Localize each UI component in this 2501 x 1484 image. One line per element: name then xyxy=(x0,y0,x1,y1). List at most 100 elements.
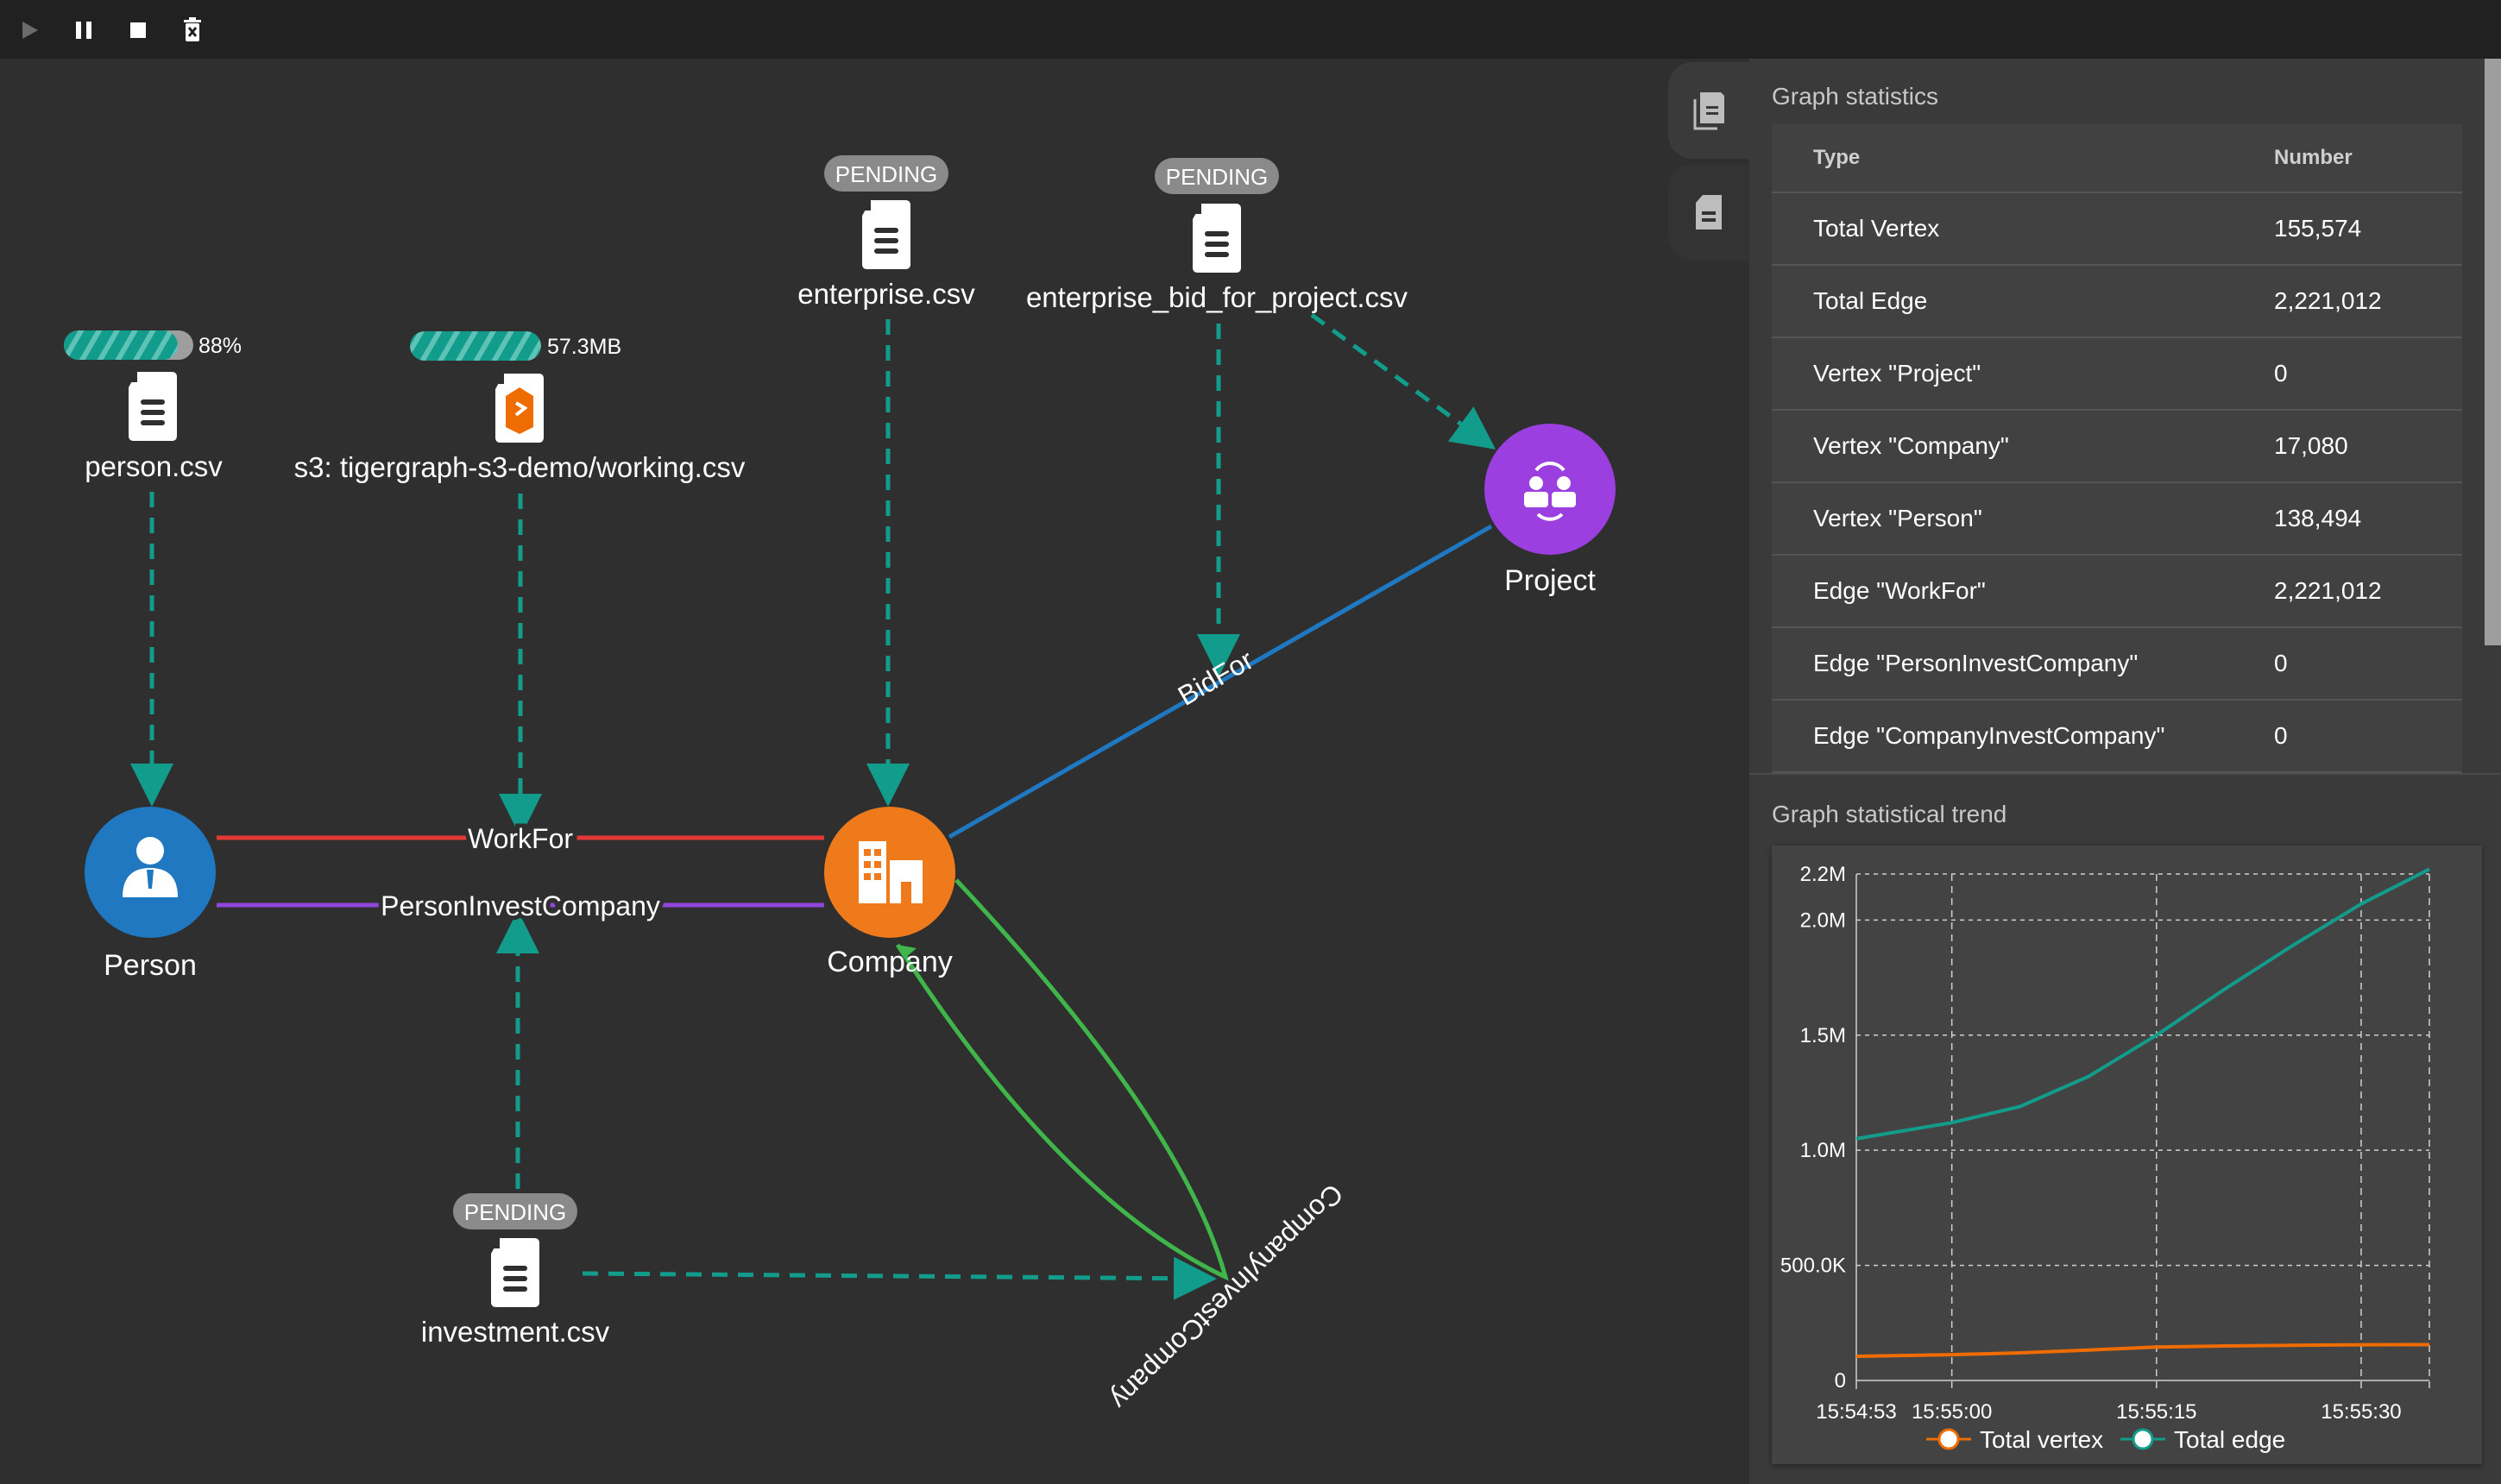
row-type: Edge "CompanyInvestCompany" xyxy=(1813,722,2165,749)
edge-label-bidfor: BidFor xyxy=(1173,644,1259,711)
row-number: 138,494 xyxy=(2274,505,2362,531)
edge-companyinvestcompany[interactable] xyxy=(895,878,1229,1281)
load-line-investment-cic xyxy=(582,1256,1217,1300)
row-number: 0 xyxy=(2274,650,2288,676)
statistics-panel: Graph statistics Type Number Total Vertex… xyxy=(1749,59,2501,1484)
table-row: Vertex "Person" 138,494 xyxy=(1772,483,2462,556)
progress-fill xyxy=(410,331,541,361)
table-row: Total Edge 2,221,012 xyxy=(1772,266,2462,338)
row-type: Vertex "Project" xyxy=(1813,360,1981,387)
table-row: Edge "CompanyInvestCompany" 0 xyxy=(1772,701,2462,773)
row-type: Edge "PersonInvestCompany" xyxy=(1813,650,2139,676)
file-investment-csv[interactable]: PENDING investment.csv xyxy=(421,1193,610,1348)
y-tick-label: 0 xyxy=(1835,1369,1846,1393)
file-icon xyxy=(1193,204,1241,273)
vertex-person[interactable]: Person xyxy=(85,807,216,982)
toolbar xyxy=(0,0,2501,59)
table-header: Type Number xyxy=(1772,124,2462,193)
file-s3-working-csv[interactable]: 57.3MB s3: tigergraph-s3-demo/working.cs… xyxy=(294,331,746,483)
edge-label-companyinvestcompany: CompanyInvestCompany xyxy=(1105,1178,1349,1415)
trend-title: Graph statistical trend xyxy=(1772,801,2007,827)
y-tick-label: 2.0M xyxy=(1800,909,1846,932)
row-type: Vertex "Person" xyxy=(1813,505,1982,531)
file-icon xyxy=(491,1238,539,1307)
table-row: Vertex "Project" 0 xyxy=(1772,338,2462,411)
play-icon xyxy=(22,22,38,39)
document-icon xyxy=(1696,195,1722,230)
file-icon xyxy=(862,200,910,269)
stop-icon xyxy=(130,22,146,38)
table-row: Total Vertex 155,574 xyxy=(1772,193,2462,266)
s3-file-icon xyxy=(495,374,544,443)
row-number: 0 xyxy=(2274,360,2288,387)
row-number: 17,080 xyxy=(2274,432,2348,459)
loading-graph-canvas[interactable]: WorkFor PersonInvestCompany BidFor Compa… xyxy=(0,0,1668,1484)
vertex-label-project: Project xyxy=(1504,564,1596,597)
y-tick-label: 500.0K xyxy=(1780,1254,1846,1278)
header-type: Type xyxy=(1813,146,1861,169)
trend-chart[interactable]: 0 500.0K 1.0M 1.5M 2.0M 2.2M 15:54:53 15:55:00 1… xyxy=(1772,846,2482,1464)
clear-button[interactable] xyxy=(178,16,207,45)
graph-statistics-section[interactable]: Graph statistics Type Number Total Vertex… xyxy=(1749,59,2501,775)
row-type: Total Vertex xyxy=(1813,215,1940,242)
header-number: Number xyxy=(2274,146,2353,169)
file-label: person.csv xyxy=(85,450,223,482)
row-type: Total Edge xyxy=(1813,287,1928,314)
series-line-0 xyxy=(1855,1343,2430,1358)
section-title: Graph statistics xyxy=(1772,83,1938,110)
row-number: 0 xyxy=(2274,722,2288,749)
table-row: Edge "PersonInvestCompany" 0 xyxy=(1772,628,2462,701)
y-tick-label: 1.0M xyxy=(1800,1139,1846,1162)
row-type: Vertex "Company" xyxy=(1813,432,2009,459)
status-badge-label: PENDING xyxy=(835,161,937,187)
file-person-csv[interactable]: 88% person.csv xyxy=(64,330,242,482)
progress-label: 88% xyxy=(198,334,242,358)
file-label: s3: tigergraph-s3-demo/working.csv xyxy=(294,451,746,483)
x-tick-label: 15:55:00 xyxy=(1912,1400,1992,1424)
y-tick-label: 1.5M xyxy=(1800,1024,1846,1047)
pause-button[interactable] xyxy=(69,16,98,45)
legend-marker xyxy=(2132,1428,2154,1450)
play-button[interactable] xyxy=(16,16,45,45)
row-number: 2,221,012 xyxy=(2274,577,2382,604)
progress-label: 57.3MB xyxy=(547,335,621,359)
status-badge-label: PENDING xyxy=(464,1199,566,1225)
edge-label-workfor: WorkFor xyxy=(468,823,573,854)
trend-chart-card: 0 500.0K 1.0M 1.5M 2.0M 2.2M 15:54:53 15:55:00 1… xyxy=(1772,846,2482,1464)
x-tick-label: 15:55:30 xyxy=(2321,1400,2401,1424)
file-enterprise-bid-csv[interactable]: PENDING enterprise_bid_for_project.csv xyxy=(1026,158,1408,313)
table-row: Vertex "Company" 17,080 xyxy=(1772,411,2462,483)
trash-clear-icon xyxy=(184,17,201,41)
vertex-company[interactable]: Company xyxy=(824,807,955,978)
file-label: investment.csv xyxy=(421,1316,610,1348)
stop-button[interactable] xyxy=(123,16,153,45)
series-line-1 xyxy=(1855,867,2430,1141)
file-label: enterprise_bid_for_project.csv xyxy=(1026,281,1408,313)
row-number: 2,221,012 xyxy=(2274,287,2382,314)
legend-label: Total edge xyxy=(2174,1426,2285,1453)
table-row: Edge "WorkFor" 2,221,012 xyxy=(1772,556,2462,628)
progress-fill xyxy=(64,330,178,360)
row-number: 155,574 xyxy=(2274,215,2362,242)
row-type: Edge "WorkFor" xyxy=(1813,577,1986,604)
file-enterprise-csv[interactable]: PENDING enterprise.csv xyxy=(797,155,975,310)
file-icon xyxy=(129,372,177,441)
load-line-bid-project xyxy=(1310,312,1496,450)
vertex-label-company: Company xyxy=(827,946,953,978)
files-icon xyxy=(1693,92,1724,130)
vertex-project[interactable]: Project xyxy=(1484,424,1616,597)
panel-tabs xyxy=(1668,59,1763,1484)
pause-icon xyxy=(76,22,91,39)
legend-label: Total vertex xyxy=(1980,1426,2103,1453)
statistics-table: Type Number Total Vertex 155,574 Total Edge… xyxy=(1772,124,2462,775)
y-tick-label: 2.2M xyxy=(1800,863,1846,886)
legend-marker xyxy=(1937,1428,1960,1450)
scrollbar[interactable] xyxy=(2485,59,2501,645)
vertex-label-person: Person xyxy=(104,949,197,982)
x-tick-label: 15:55:15 xyxy=(2116,1400,2196,1424)
edge-label-personinvestcompany: PersonInvestCompany xyxy=(381,890,660,921)
x-tick-label: 15:54:53 xyxy=(1816,1400,1896,1424)
file-label: enterprise.csv xyxy=(797,278,975,310)
status-badge-label: PENDING xyxy=(1166,164,1268,190)
table-row: Ed xyxy=(1772,773,2462,775)
